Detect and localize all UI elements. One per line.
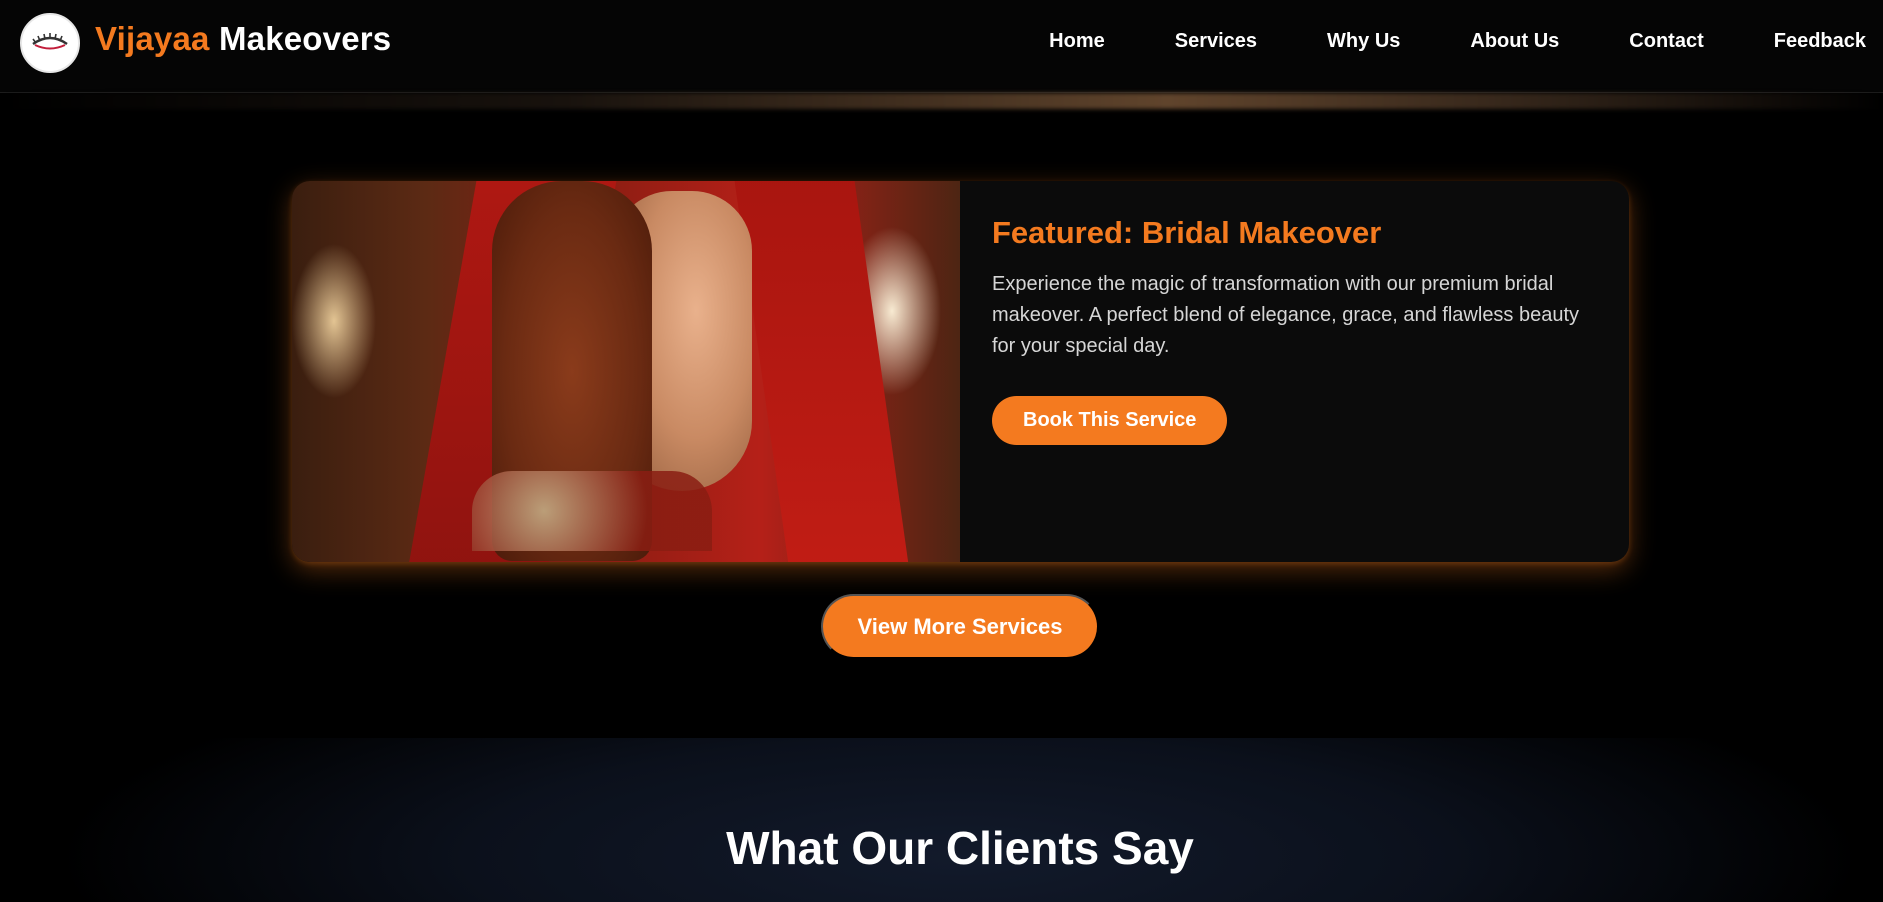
book-service-button[interactable]: Book This Service <box>992 396 1228 445</box>
eye-lash-icon <box>32 33 68 50</box>
nav-feedback[interactable]: Feedback <box>1774 30 1866 53</box>
main-nav: Home Services Why Us About Us Contact Fe… <box>1049 30 1866 53</box>
brand-name[interactable]: Vijayaa Makeovers <box>95 20 391 58</box>
testimonials-section: What Our Clients Say <box>0 738 1883 902</box>
bridal-jewelry <box>472 471 712 551</box>
header-glow-divider <box>0 93 1883 109</box>
veil-right <box>731 181 913 562</box>
featured-service-card: Featured: Bridal Makeover Experience the… <box>292 181 1629 562</box>
featured-description: Experience the magic of transformation w… <box>992 273 1580 357</box>
nav-contact[interactable]: Contact <box>1629 30 1703 53</box>
brand-name-rest: Makeovers <box>218 20 392 57</box>
nav-home[interactable]: Home <box>1049 30 1105 53</box>
nav-services[interactable]: Services <box>1175 30 1257 53</box>
view-more-services-button[interactable]: View More Services <box>821 594 1099 659</box>
nav-about-us[interactable]: About Us <box>1470 30 1559 53</box>
brand-name-accent: Vijayaa <box>95 20 210 57</box>
logo[interactable] <box>20 13 80 73</box>
site-header: Vijayaa Makeovers Home Services Why Us A… <box>0 0 1883 93</box>
featured-card-body: Featured: Bridal Makeover Experience the… <box>960 181 1629 562</box>
bridal-makeover-image <box>292 181 960 562</box>
featured-title: Featured: Bridal Makeover <box>992 215 1382 250</box>
nav-why-us[interactable]: Why Us <box>1327 30 1400 53</box>
testimonials-title: What Our Clients Say <box>726 822 1194 874</box>
